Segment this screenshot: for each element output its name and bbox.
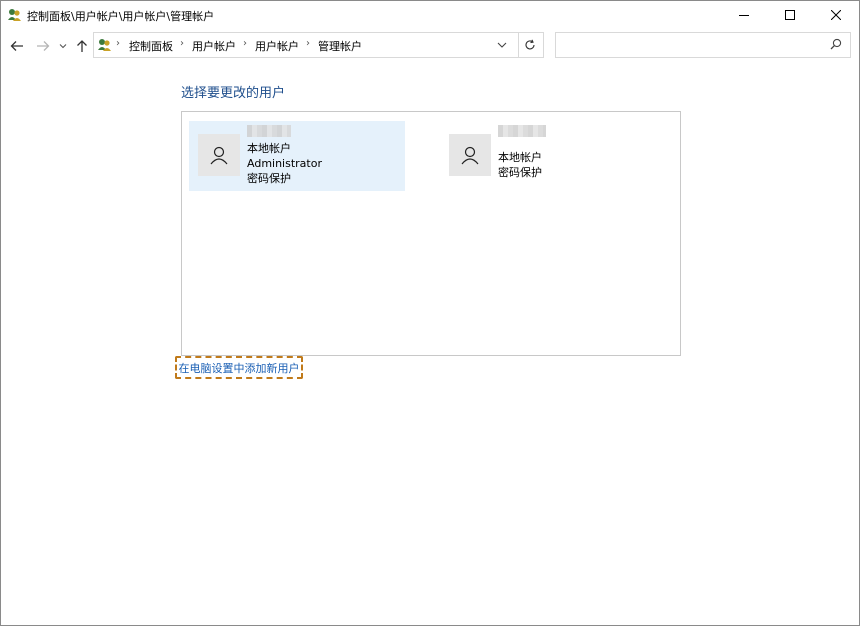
- avatar: [198, 134, 240, 176]
- refresh-button[interactable]: [517, 32, 544, 58]
- breadcrumb-separator[interactable]: ›: [180, 38, 184, 49]
- address-history-dropdown[interactable]: [492, 34, 512, 56]
- user-name-blurred: [498, 125, 546, 137]
- close-icon: [831, 10, 841, 20]
- user-name-blurred: [247, 125, 291, 137]
- password-status-label: 密码保护: [247, 172, 291, 185]
- user-tile[interactable]: 本地帐户 密码保护: [440, 121, 656, 191]
- minimize-button[interactable]: [721, 1, 767, 29]
- breadcrumb-item[interactable]: 用户帐户: [255, 38, 299, 54]
- minimize-icon: [739, 15, 749, 16]
- chevron-down-icon: [59, 44, 67, 49]
- account-role-label: Administrator: [247, 157, 322, 170]
- forward-arrow-icon: [37, 41, 50, 51]
- refresh-icon: [525, 39, 535, 50]
- maximize-icon: [785, 10, 795, 20]
- add-user-link[interactable]: 在电脑设置中添加新用户: [179, 360, 300, 376]
- avatar: [449, 134, 491, 176]
- search-icon[interactable]: [830, 38, 842, 53]
- search-box[interactable]: [555, 32, 851, 58]
- breadcrumb-item[interactable]: 用户帐户: [192, 38, 236, 54]
- breadcrumb-separator[interactable]: ›: [306, 38, 310, 49]
- add-user-link-highlight: 在电脑设置中添加新用户: [175, 356, 303, 379]
- breadcrumb-item[interactable]: 控制面板: [129, 38, 173, 54]
- address-bar[interactable]: › 控制面板 › 用户帐户 › 用户帐户 › 管理帐户: [93, 32, 519, 58]
- window-title: 控制面板\用户帐户\用户帐户\管理帐户: [27, 10, 215, 23]
- user-icon: [210, 146, 228, 165]
- title-bar: 控制面板\用户帐户\用户帐户\管理帐户: [1, 1, 859, 29]
- maximize-button[interactable]: [767, 1, 813, 29]
- forward-button[interactable]: [33, 36, 53, 56]
- breadcrumb-separator[interactable]: ›: [116, 38, 120, 49]
- up-button[interactable]: [73, 36, 91, 56]
- up-arrow-icon: [77, 40, 87, 52]
- recent-locations-button[interactable]: [57, 36, 69, 56]
- breadcrumb-item[interactable]: 管理帐户: [318, 38, 362, 54]
- users-control-panel-icon: [97, 37, 113, 53]
- search-input[interactable]: [560, 36, 824, 54]
- control-panel-window: 控制面板\用户帐户\用户帐户\管理帐户 › 控制面板 › 用户帐户 › 用户帐户…: [0, 0, 860, 626]
- user-icon: [461, 146, 479, 165]
- close-button[interactable]: [813, 1, 859, 29]
- back-button[interactable]: [7, 36, 27, 56]
- breadcrumb-separator[interactable]: ›: [243, 38, 247, 49]
- password-status-label: 密码保护: [498, 166, 542, 179]
- users-control-panel-icon: [7, 7, 23, 23]
- page-title: 选择要更改的用户: [181, 86, 286, 101]
- user-list-panel: 本地帐户 Administrator 密码保护 本地帐户 密码保护: [181, 111, 681, 356]
- back-arrow-icon: [10, 41, 23, 51]
- account-type-label: 本地帐户: [247, 142, 291, 155]
- user-tile[interactable]: 本地帐户 Administrator 密码保护: [189, 121, 405, 191]
- chevron-down-icon: [497, 42, 507, 48]
- account-type-label: 本地帐户: [498, 151, 542, 164]
